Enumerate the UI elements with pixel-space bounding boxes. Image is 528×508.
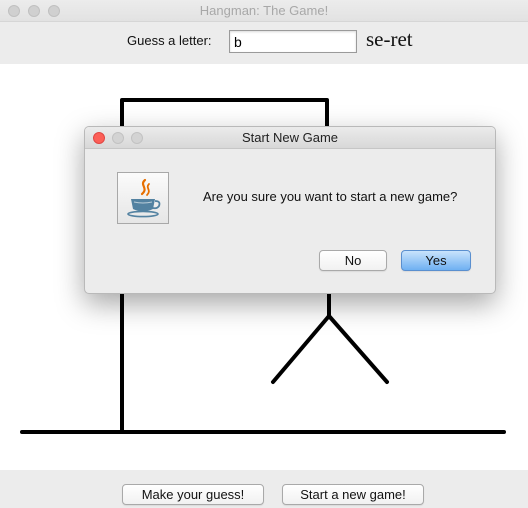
hangman-right-leg [327,314,389,384]
no-button[interactable]: No [319,250,387,271]
yes-button[interactable]: Yes [401,250,471,271]
window-title: Hangman: The Game! [199,3,329,18]
start-new-game-dialog: Start New Game Are you sure you want to … [84,126,496,294]
dialog-titlebar[interactable]: Start New Game [85,127,495,149]
hidden-word: se-ret [366,27,413,51]
guess-input[interactable] [229,30,357,53]
guess-label: Guess a letter: [127,33,212,48]
dialog-title: Start New Game [241,130,339,145]
window-titlebar[interactable]: Hangman: The Game! [0,0,528,22]
bottom-bar: Make your guess! Start a new game! [0,470,528,508]
dialog-message: Are you sure you want to start a new gam… [203,189,458,204]
guess-row: Guess a letter: se-ret [0,22,528,64]
make-guess-button[interactable]: Make your guess! [122,484,264,505]
java-icon [117,172,169,224]
start-new-game-button[interactable]: Start a new game! [282,484,424,505]
hangman-left-leg [271,314,331,384]
